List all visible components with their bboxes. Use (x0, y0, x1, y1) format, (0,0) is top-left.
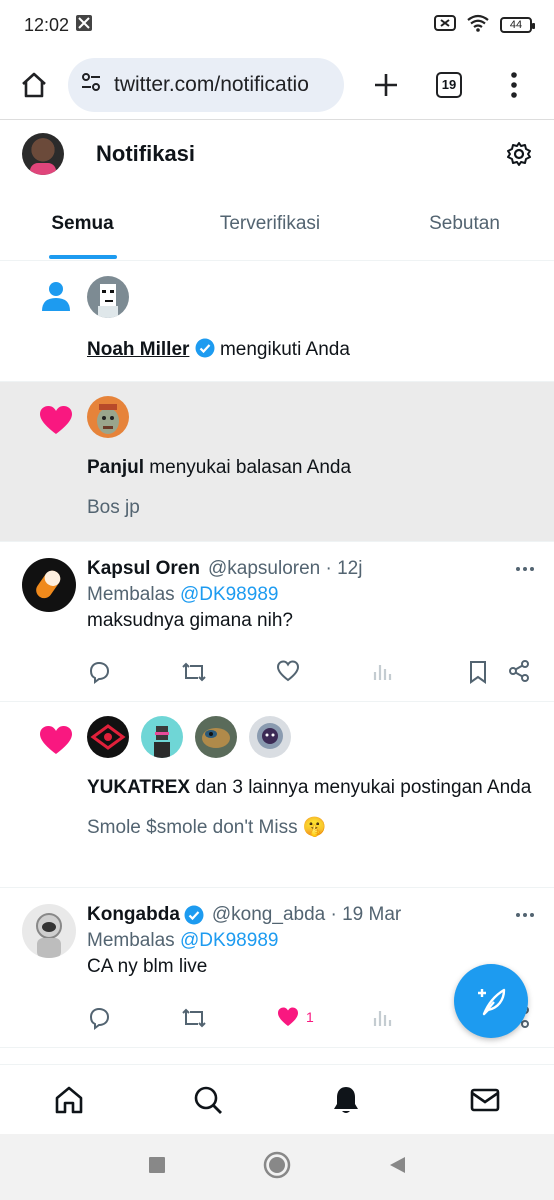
tweet-handle-time: @kong_abda · 19 Mar (211, 904, 402, 925)
user-avatar[interactable] (87, 276, 129, 318)
tab-terverifikasi[interactable]: Terverifikasi (165, 187, 375, 261)
tweet-handle-time: @kapsuloren · 12j (207, 558, 363, 579)
reply-mention[interactable]: @DK98989 (180, 930, 279, 951)
user-avatar[interactable] (22, 904, 76, 958)
notif-user-name[interactable]: YUKATREX (87, 777, 190, 798)
like-notification[interactable]: YUKATREX dan 3 lainnya menyukai postinga… (0, 702, 554, 888)
reply-icon[interactable] (87, 660, 111, 684)
notif-action-text: dan 3 lainnya menyukai postingan Anda (195, 777, 532, 798)
notif-action-text: menyukai balasan Anda (149, 457, 352, 478)
status-time: 12:02 (24, 14, 70, 35)
views-icon[interactable] (372, 660, 394, 682)
retweet-icon[interactable] (181, 1006, 207, 1030)
bottom-navigation (0, 1064, 554, 1134)
verified-badge-icon (195, 338, 215, 358)
heart-icon (38, 722, 74, 758)
notifications-feed: Noah Miller mengikuti Anda Panjul menyuk… (0, 262, 554, 1064)
like-count: 1 (306, 1009, 314, 1025)
tweet-text: maksudnya gimana nih? (87, 610, 293, 631)
tab-sebutan[interactable]: Sebutan (375, 187, 554, 261)
reply-icon[interactable] (87, 1006, 111, 1030)
verified-badge-icon (184, 905, 204, 925)
back-button[interactable] (387, 1155, 407, 1180)
system-navigation-bar (0, 1134, 554, 1200)
wifi-icon (466, 14, 490, 37)
new-tab-button[interactable] (366, 65, 406, 105)
profile-avatar[interactable] (22, 133, 64, 175)
more-options-icon[interactable] (516, 913, 534, 917)
notification-tabs: Semua Terverifikasi Sebutan (0, 187, 554, 261)
reply-prefix: Membalas (87, 584, 175, 605)
reply-prefix: Membalas (87, 930, 175, 951)
more-options-icon[interactable] (516, 567, 534, 571)
tweet-actions (87, 652, 534, 692)
browser-toolbar: twitter.com/notificatio 19 (0, 50, 554, 120)
user-avatar[interactable] (249, 716, 291, 758)
user-avatar[interactable] (87, 396, 129, 438)
browser-menu-icon[interactable] (502, 65, 526, 105)
user-avatar[interactable] (87, 716, 129, 758)
recents-button[interactable] (147, 1155, 167, 1180)
heart-icon (38, 402, 74, 438)
notif-snippet: Smole $smole don't Miss 🤫 (87, 817, 327, 838)
sim-off-icon (434, 14, 456, 37)
notif-snippet: Bos jp (87, 497, 140, 518)
notif-action-text: mengikuti Anda (219, 339, 350, 360)
user-avatar[interactable] (195, 716, 237, 758)
like-icon[interactable] (276, 660, 300, 682)
user-avatar[interactable] (141, 716, 183, 758)
person-icon (38, 278, 74, 314)
browser-home-button[interactable] (14, 65, 54, 105)
url-text[interactable]: twitter.com/notificatio (114, 73, 309, 97)
tab-semua[interactable]: Semua (0, 187, 165, 261)
home-system-button[interactable] (263, 1151, 291, 1184)
address-bar[interactable]: twitter.com/notificatio (68, 57, 344, 112)
liked-icon[interactable]: 1 (276, 1006, 314, 1028)
battery-icon: 44 (500, 17, 535, 33)
share-icon[interactable] (508, 660, 530, 682)
reply-mention[interactable]: @DK98989 (180, 584, 279, 605)
notif-user-name[interactable]: Panjul (87, 457, 144, 478)
follow-notification[interactable]: Noah Miller mengikuti Anda (0, 262, 554, 382)
notification-app-icon (75, 14, 93, 37)
site-settings-icon[interactable] (80, 71, 102, 98)
home-icon[interactable] (51, 1082, 87, 1118)
notif-user-name[interactable]: Noah Miller (87, 339, 189, 360)
tweet-author-name[interactable]: Kapsul Oren (87, 558, 200, 580)
like-notification[interactable]: Panjul menyukai balasan Anda Bos jp (0, 382, 554, 542)
reply-tweet[interactable]: Kapsul Oren @kapsuloren · 12j Membalas @… (0, 542, 554, 702)
notifications-header: Notifikasi (0, 121, 554, 187)
bell-icon[interactable] (328, 1082, 364, 1118)
tab-switcher-button[interactable]: 19 (436, 71, 462, 98)
tweet-author-name[interactable]: Kongabda (87, 904, 180, 926)
settings-gear-icon[interactable] (506, 141, 532, 167)
page-title: Notifikasi (96, 141, 196, 166)
retweet-icon[interactable] (181, 660, 207, 684)
status-bar: 12:02 44 (0, 0, 554, 50)
bookmark-icon[interactable] (468, 660, 488, 684)
search-icon[interactable] (190, 1082, 226, 1118)
feather-plus-icon (478, 988, 506, 1016)
user-avatar[interactable] (22, 558, 76, 612)
mail-icon[interactable] (467, 1082, 503, 1118)
compose-tweet-button[interactable] (454, 964, 528, 1038)
views-icon[interactable] (372, 1006, 394, 1028)
